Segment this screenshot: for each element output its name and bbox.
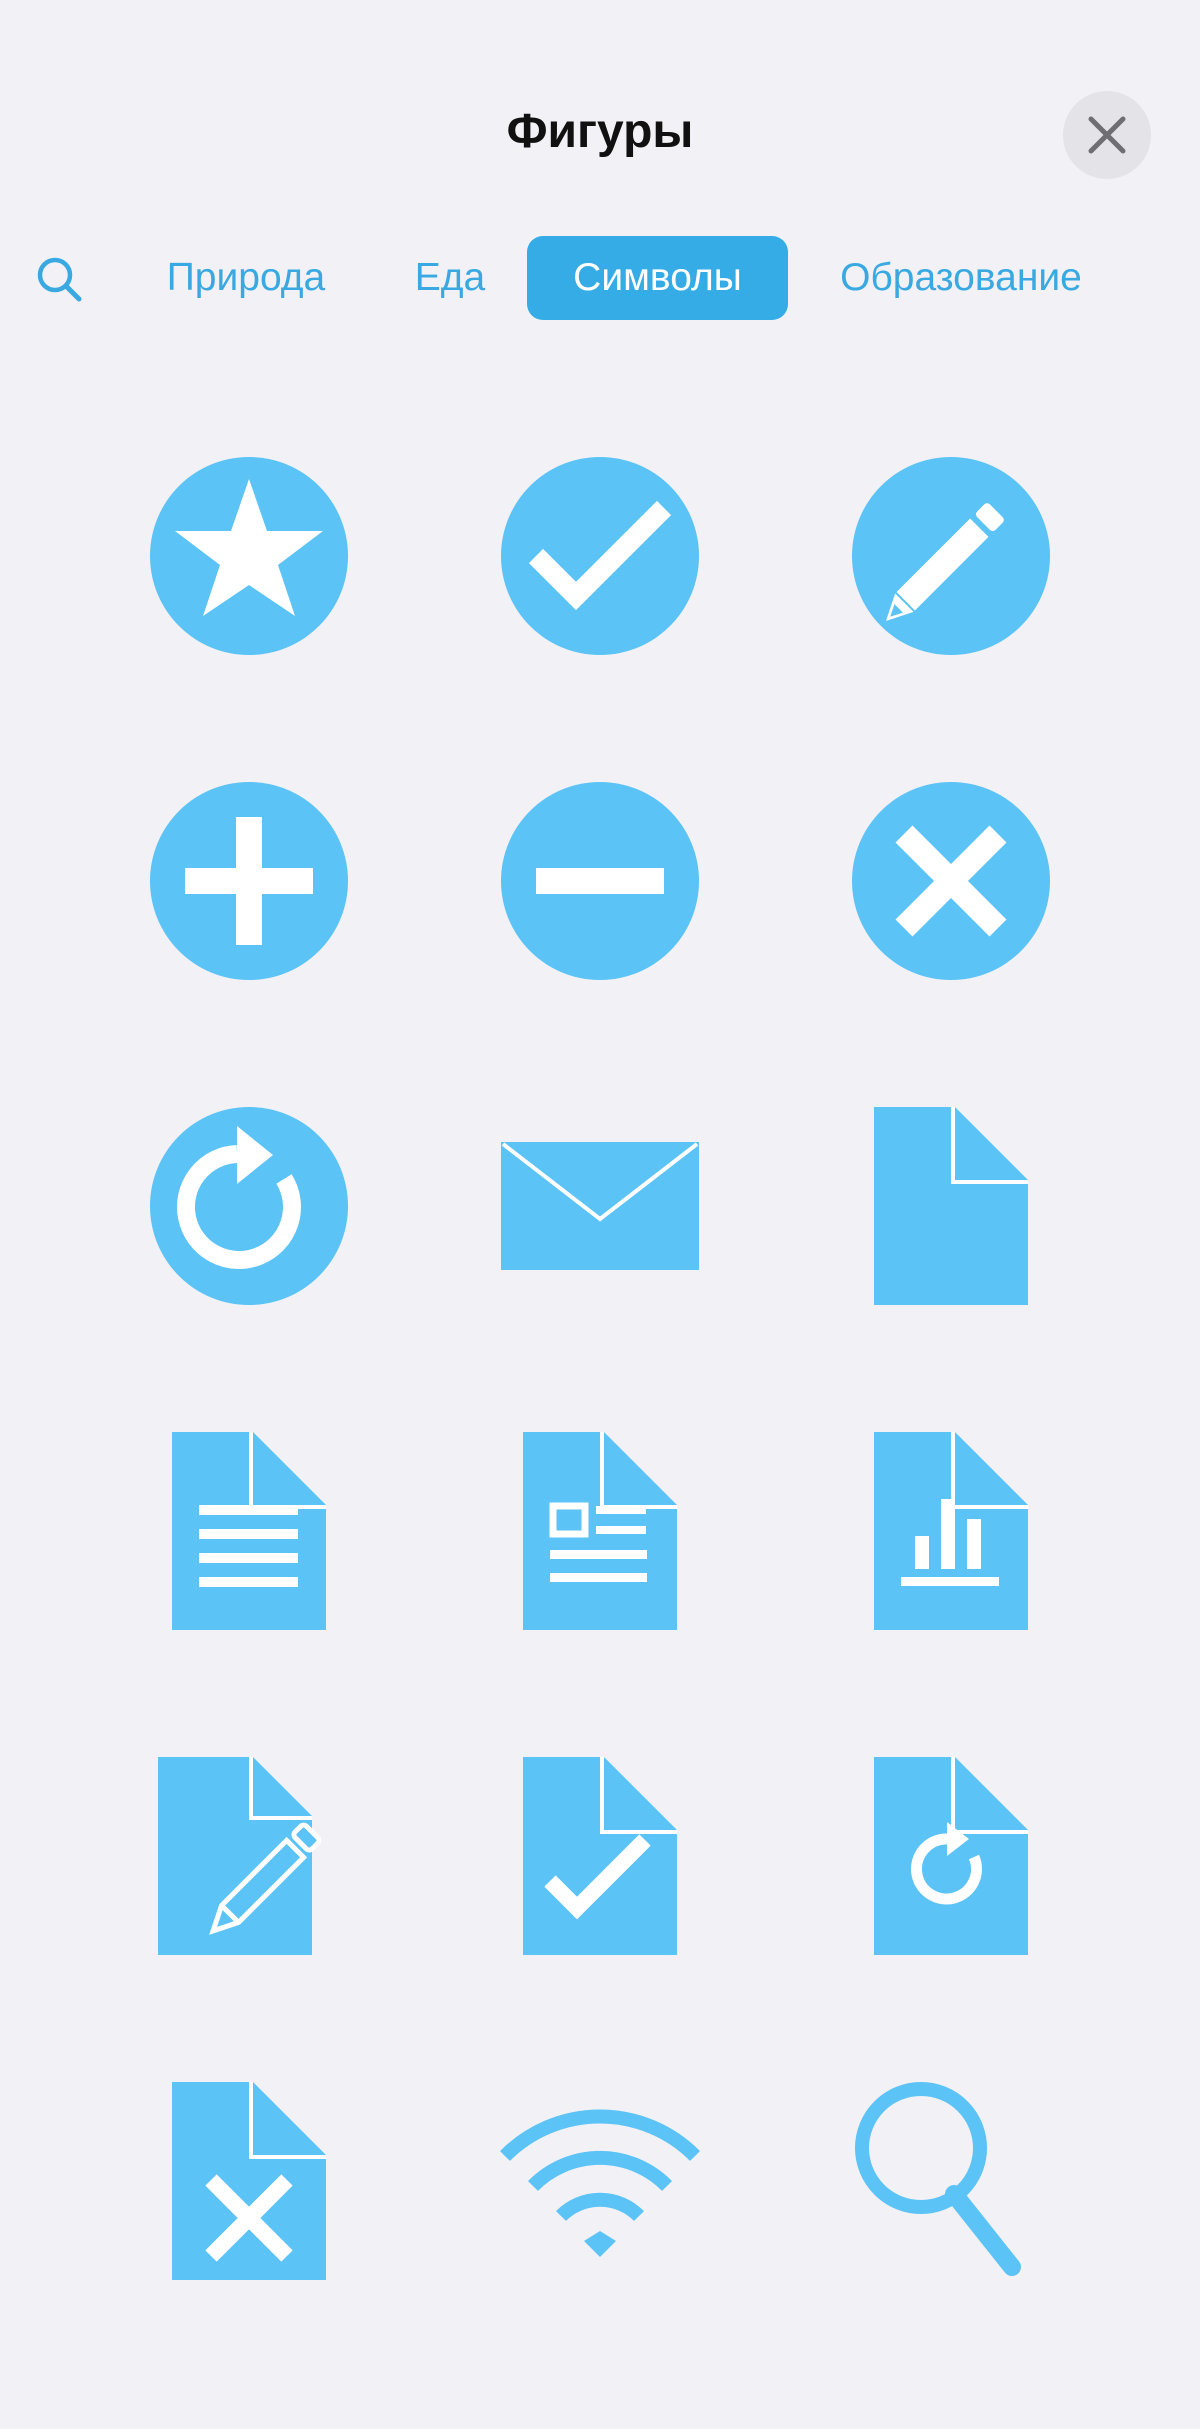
shape-x-circle[interactable]	[831, 761, 1071, 1001]
layout-document-icon	[523, 1432, 677, 1630]
star-circle-icon	[150, 457, 348, 655]
shape-checkmark-circle[interactable]	[480, 436, 720, 676]
shape-blank-document[interactable]	[831, 1086, 1071, 1326]
chart-document-icon	[874, 1432, 1028, 1630]
minus-circle-icon	[501, 782, 699, 980]
shape-wifi[interactable]	[480, 2061, 720, 2301]
checkmark-circle-icon	[501, 457, 699, 655]
shape-text-document[interactable]	[129, 1411, 369, 1651]
shape-check-document[interactable]	[480, 1736, 720, 1976]
refresh-document-icon	[874, 1757, 1028, 1955]
tab-simvoly[interactable]: Символы	[527, 236, 788, 320]
page-title: Фигуры	[506, 105, 694, 158]
shape-star-circle[interactable]	[129, 436, 369, 676]
category-tabs: Природа Еда Символы Образование	[0, 236, 1200, 320]
refresh-circle-icon	[150, 1107, 348, 1305]
blank-document-icon	[874, 1107, 1028, 1305]
tab-priroda[interactable]: Природа	[140, 236, 352, 320]
check-document-icon	[523, 1757, 677, 1955]
wifi-icon	[500, 2109, 700, 2257]
search-icon	[37, 257, 82, 302]
shape-magnifier[interactable]	[831, 2061, 1071, 2301]
pencil-circle-icon	[852, 457, 1050, 655]
shape-pencil-circle[interactable]	[831, 436, 1071, 676]
edit-document-icon	[158, 1757, 322, 1955]
shape-x-document[interactable]	[129, 2061, 369, 2301]
tab-eda[interactable]: Еда	[400, 236, 500, 320]
tab-obrazovanie[interactable]: Образование	[816, 236, 1106, 320]
shape-chart-document[interactable]	[831, 1411, 1071, 1651]
shape-envelope[interactable]	[480, 1086, 720, 1326]
close-button[interactable]	[1063, 91, 1151, 179]
shape-plus-circle[interactable]	[129, 761, 369, 1001]
x-circle-icon	[852, 782, 1050, 980]
shape-refresh-circle[interactable]	[129, 1086, 369, 1326]
plus-circle-icon	[150, 782, 348, 980]
x-document-icon	[172, 2082, 326, 2280]
search-tab-button[interactable]	[30, 250, 90, 310]
shape-minus-circle[interactable]	[480, 761, 720, 1001]
envelope-icon	[501, 1142, 699, 1270]
shape-edit-document[interactable]	[129, 1736, 369, 1976]
magnifier-icon	[855, 2082, 1021, 2276]
shape-layout-document[interactable]	[480, 1411, 720, 1651]
shape-refresh-document[interactable]	[831, 1736, 1071, 1976]
close-icon	[1088, 116, 1126, 154]
text-document-icon	[172, 1432, 326, 1630]
